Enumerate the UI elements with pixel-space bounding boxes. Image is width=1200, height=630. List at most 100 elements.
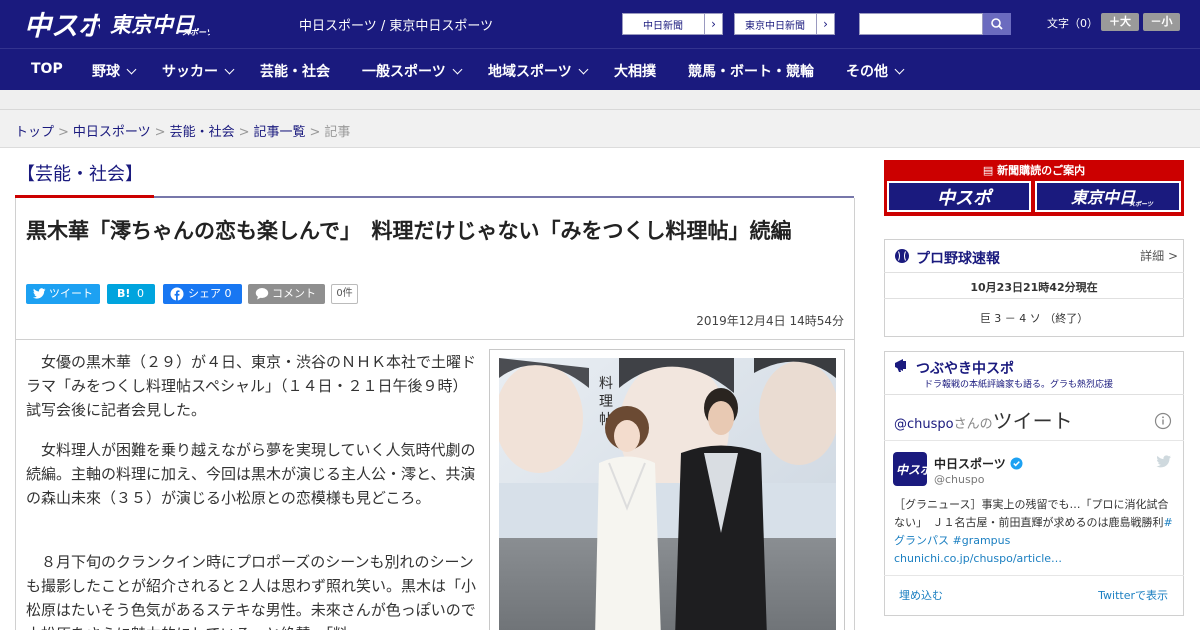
svg-text:理: 理 — [599, 394, 613, 410]
subscription-title: ▤ 新聞購読のご案内 — [982, 164, 1086, 177]
baseball-widget-title: プロ野球速報 — [916, 251, 1000, 267]
twitter-widget-title: つぶやき中スポ — [916, 361, 1014, 377]
nav-item-label: 野球 — [92, 64, 120, 80]
nav-item-label: サッカー — [162, 64, 218, 80]
tokyo-chunichi-sports-logo: 東京中日 スポーツ — [1071, 188, 1154, 208]
site-title[interactable]: 中日スポーツ / 東京中日スポーツ — [299, 15, 493, 34]
comment-count-badge: 0件 — [331, 284, 358, 304]
chunichi-shimbun-link[interactable]: 中日新聞 › — [622, 13, 723, 35]
nav-item[interactable]: その他 — [846, 61, 905, 81]
breadcrumb-link[interactable]: 記事一覧 — [254, 125, 306, 140]
site-header: 中スポ 東京中日 スポーツ 中日スポーツ / 東京中日スポーツ 中日新聞 › 東… — [0, 0, 1200, 48]
chevron-down-icon — [578, 64, 589, 75]
tweet-button[interactable]: ツイート — [26, 284, 100, 304]
nav-item[interactable]: 野球 — [92, 61, 137, 81]
baseball-icon — [895, 249, 909, 263]
nav-item[interactable]: 芸能・社会 — [260, 61, 330, 81]
comment-button[interactable]: コメント — [248, 284, 325, 304]
breadcrumb-link[interactable]: トップ — [15, 125, 54, 140]
main-nav: TOP 野球 サッカー 芸能・社会 一般スポーツ 地域スポーツ 大相撲 競馬・ボート・競輪 その… — [0, 48, 1200, 90]
subscribe-tokyo-chunichi-link[interactable]: 東京中日 スポーツ — [1035, 181, 1181, 212]
tweet-link[interactable]: chunichi.co.jp/chuspo/article… — [894, 552, 1062, 565]
svg-text:中スポ: 中スポ — [24, 11, 100, 42]
embed-link[interactable]: 埋め込む — [899, 587, 943, 603]
search-button[interactable] — [983, 13, 1011, 35]
chuspo-logo: 中スポ — [937, 188, 994, 209]
hatena-bookmark-button[interactable]: B! 0 — [107, 284, 155, 304]
paper-link-label: 中日新聞 — [643, 21, 683, 32]
timeline-header: @chuspoさんのツイート — [894, 405, 1073, 434]
breadcrumb-link[interactable]: 中日スポーツ — [73, 125, 151, 140]
chevron-right-icon: › — [816, 14, 834, 34]
chevron-down-icon — [126, 64, 137, 75]
facebook-share-label: シェア 0 — [188, 287, 232, 300]
score-timestamp: 10月23日21時42分現在 — [970, 281, 1098, 294]
divider — [884, 440, 1184, 441]
breadcrumb-trail: トップ > 中日スポーツ > 芸能・社会 > 記事一覧 > 記事 — [15, 121, 350, 140]
article-paragraph: 女料理人が困難を乗り越えながら夢を実現していく人気時代劇の続編。主軸の料理に加え… — [26, 441, 476, 507]
nav-item[interactable]: TOP — [31, 61, 63, 77]
nav-item[interactable]: 大相撲 — [614, 61, 656, 81]
search-icon — [991, 18, 1003, 30]
comment-label: コメント — [272, 287, 316, 300]
svg-text:中スポ: 中スポ — [896, 463, 927, 477]
chuspo-logo[interactable]: 中スポ — [24, 6, 100, 42]
breadcrumb-separator: > — [238, 125, 250, 140]
nav-item-label: 一般スポーツ — [362, 64, 446, 80]
article-headline: 黒木華「澪ちゃんの恋も楽しんで」 料理だけじゃない「みをつくし料理帖」続編 — [26, 219, 792, 243]
speech-bubble-icon — [255, 288, 269, 300]
timeline-tweets-word: ツイート — [992, 409, 1073, 433]
svg-text:料: 料 — [599, 376, 613, 392]
search-input[interactable] — [859, 13, 983, 35]
tweet-label: ツイート — [49, 287, 93, 300]
article-paragraph: 女優の黒木華（２９）が４日、東京・渋谷のＮＨＫ本社で土曜ドラマ「みをつくし料理帖… — [26, 353, 477, 419]
font-larger-button[interactable]: ＋大 — [1101, 13, 1139, 31]
chevron-down-icon — [224, 64, 235, 75]
chevron-right-icon: › — [704, 14, 722, 34]
newspaper-icon: ▤ — [982, 164, 998, 177]
tokyo-chunichi-shimbun-link[interactable]: 東京中日新聞 › — [734, 13, 835, 35]
svg-text:スポーツ: スポーツ — [1129, 200, 1154, 208]
view-on-twitter-link[interactable]: Twitterで表示 — [1098, 587, 1168, 603]
info-icon[interactable] — [1154, 412, 1172, 430]
nav-item[interactable]: 競馬・ボート・競輪 — [688, 61, 814, 81]
nav-item[interactable]: サッカー — [162, 61, 235, 81]
paper-link-label: 東京中日新聞 — [745, 21, 805, 32]
svg-text:中スポ: 中スポ — [937, 188, 994, 209]
subscribe-chuspo-link[interactable]: 中スポ — [887, 181, 1031, 212]
breadcrumb-separator: > — [154, 125, 166, 140]
nav-item-label: 地域スポーツ — [488, 64, 572, 80]
chevron-down-icon — [894, 64, 905, 75]
tweet-account-handle[interactable]: @chuspo — [934, 473, 984, 486]
section-title[interactable]: 【芸能・社会】 — [17, 160, 143, 186]
breadcrumb-separator: > — [309, 125, 321, 140]
divider — [884, 298, 1184, 299]
baseball-details-link[interactable]: 詳細 > — [1140, 247, 1178, 264]
twitter-widget — [884, 351, 1184, 616]
nav-item[interactable]: 一般スポーツ — [362, 61, 463, 81]
tweet-account-name[interactable]: 中日スポーツ — [934, 455, 1023, 472]
subscription-banner[interactable]: ▤ 新聞購読のご案内 中スポ 東京中日 スポーツ — [884, 160, 1184, 216]
font-smaller-button[interactable]: －小 — [1143, 13, 1180, 31]
timeline-handle[interactable]: @chuspo — [894, 417, 954, 432]
breadcrumb-separator: > — [58, 125, 69, 140]
nav-item[interactable]: 地域スポーツ — [488, 61, 589, 81]
breadcrumb-link[interactable]: 芸能・社会 — [170, 125, 235, 140]
divider — [884, 394, 1184, 395]
chuspo-avatar[interactable]: 中スポ — [893, 452, 927, 486]
facebook-share-button[interactable]: シェア 0 — [163, 284, 242, 304]
nav-item-label: 競馬・ボート・競輪 — [688, 64, 814, 80]
font-size-label: 文字（0） — [1047, 17, 1098, 30]
facebook-icon — [170, 287, 184, 301]
article-paragraph: ８月下旬のクランクイン時にプロポーズのシーンも別れのシーンも撮影したことが紹介さ… — [26, 553, 477, 630]
nav-item-label: 大相撲 — [614, 64, 656, 80]
tokyo-chunichi-sports-logo[interactable]: 東京中日 スポーツ — [110, 8, 210, 40]
article-photo[interactable]: 料 理 帖 — [499, 358, 836, 630]
hatena-icon: B! — [117, 287, 131, 300]
nav-item-label: その他 — [846, 64, 888, 80]
nav-item-label: TOP — [31, 61, 63, 77]
svg-text:東京中日: 東京中日 — [1071, 188, 1136, 207]
tweet-text: ［グラニュース］事実上の残留でも…「プロに消化試合ない」 Ｊ１名古屋・前田直輝が… — [894, 498, 1173, 565]
game-score[interactable]: 巨 3 － 4 ソ （終了） — [884, 310, 1184, 326]
verified-badge-icon — [1010, 457, 1023, 470]
